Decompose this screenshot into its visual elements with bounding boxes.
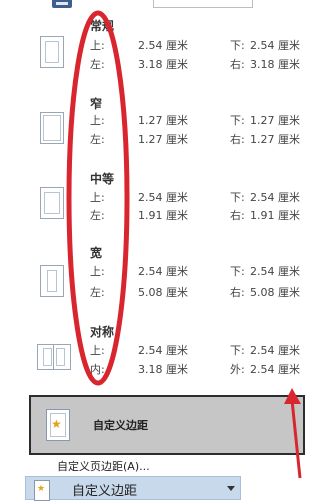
value-top: 2.54 厘米 — [138, 344, 188, 357]
star-icon: ★ — [37, 484, 46, 494]
label-bottom: 下: — [230, 191, 245, 204]
value-top: 2.54 厘米 — [138, 265, 188, 278]
margin-preset-narrow[interactable]: 窄 上: 1.27 厘米 下: 1.27 厘米 左: 1.27 厘米 右: 1.… — [0, 92, 318, 156]
value-right: 5.08 厘米 — [250, 286, 300, 299]
label-top: 上: — [90, 191, 105, 204]
label-right: 右: — [230, 286, 245, 299]
value-bottom: 2.54 厘米 — [250, 39, 300, 52]
custom-margin-bar[interactable]: ★ 自定义边距 — [25, 476, 241, 501]
custom-margin-item[interactable]: ★ 自定义边距 — [29, 395, 305, 455]
label-bottom: 下: — [230, 265, 245, 278]
value-bottom: 1.27 厘米 — [250, 114, 300, 127]
label-right: 右: — [230, 58, 245, 71]
value-left: 5.08 厘米 — [138, 286, 188, 299]
value-right: 3.18 厘米 — [250, 58, 300, 71]
margin-preset-moderate[interactable]: 中等 上: 2.54 厘米 下: 2.54 厘米 左: 1.91 厘米 右: 1… — [0, 167, 318, 231]
custom-margin-label: 自定义边距 — [93, 419, 148, 432]
value-top: 1.27 厘米 — [138, 114, 188, 127]
label-left: 左: — [90, 58, 105, 71]
top-field[interactable] — [153, 0, 253, 8]
page-margin-icon: ★ — [46, 409, 70, 441]
preset-name: 常规 — [90, 19, 115, 33]
preset-name: 窄 — [90, 97, 103, 111]
margins-dropdown-panel: 常规 上: 2.54 厘米 下: 2.54 厘米 左: 3.18 厘米 右: 3… — [0, 0, 318, 500]
custom-margin-bar-label: 自定义边距 — [72, 484, 138, 499]
preset-name: 宽 — [90, 246, 103, 260]
value-right: 1.91 厘米 — [250, 209, 300, 222]
value-bottom: 2.54 厘米 — [250, 344, 300, 357]
value-top: 2.54 厘米 — [138, 191, 188, 204]
page-margin-icon — [40, 112, 64, 144]
value-left: 1.91 厘米 — [138, 209, 188, 222]
label-left: 左: — [90, 209, 105, 222]
page-margin-icon — [40, 265, 64, 297]
top-page-icon — [52, 0, 72, 8]
label-top: 上: — [90, 344, 105, 357]
label-left: 左: — [90, 286, 105, 299]
label-right: 右: — [230, 209, 245, 222]
page-margin-icon — [40, 36, 64, 68]
label-bottom: 下: — [230, 39, 245, 52]
page-margin-icon: ★ — [34, 480, 50, 501]
value-outside: 2.54 厘米 — [250, 363, 300, 376]
margin-preset-wide[interactable]: 宽 上: 2.54 厘米 下: 2.54 厘米 左: 5.08 厘米 右: 5.… — [0, 245, 318, 309]
custom-page-margins-link[interactable]: 自定义页边距(A)... — [57, 458, 150, 474]
book-margin-icon — [37, 344, 71, 370]
margin-preset-mirrored[interactable]: 对称 上: 2.54 厘米 下: 2.54 厘米 内: 3.18 厘米 外: 2… — [0, 322, 318, 386]
margin-preset-normal[interactable]: 常规 上: 2.54 厘米 下: 2.54 厘米 左: 3.18 厘米 右: 3… — [0, 14, 318, 78]
label-top: 上: — [90, 114, 105, 127]
dropdown-caret-icon[interactable] — [227, 486, 235, 491]
label-left: 左: — [90, 133, 105, 146]
preset-name: 对称 — [90, 325, 115, 339]
value-left: 3.18 厘米 — [138, 58, 188, 71]
value-right: 1.27 厘米 — [250, 133, 300, 146]
label-top: 上: — [90, 39, 105, 52]
value-left: 1.27 厘米 — [138, 133, 188, 146]
star-icon: ★ — [51, 417, 62, 431]
label-right: 右: — [230, 133, 245, 146]
label-bottom: 下: — [230, 344, 245, 357]
page-margin-icon — [40, 187, 64, 219]
top-strip — [0, 0, 318, 12]
label-outside: 外: — [230, 363, 245, 376]
value-top: 2.54 厘米 — [138, 39, 188, 52]
value-bottom: 2.54 厘米 — [250, 265, 300, 278]
label-bottom: 下: — [230, 114, 245, 127]
value-inside: 3.18 厘米 — [138, 363, 188, 376]
label-inside: 内: — [90, 363, 105, 376]
value-bottom: 2.54 厘米 — [250, 191, 300, 204]
label-top: 上: — [90, 265, 105, 278]
scroll-strip — [318, 0, 332, 500]
preset-name: 中等 — [90, 172, 115, 186]
